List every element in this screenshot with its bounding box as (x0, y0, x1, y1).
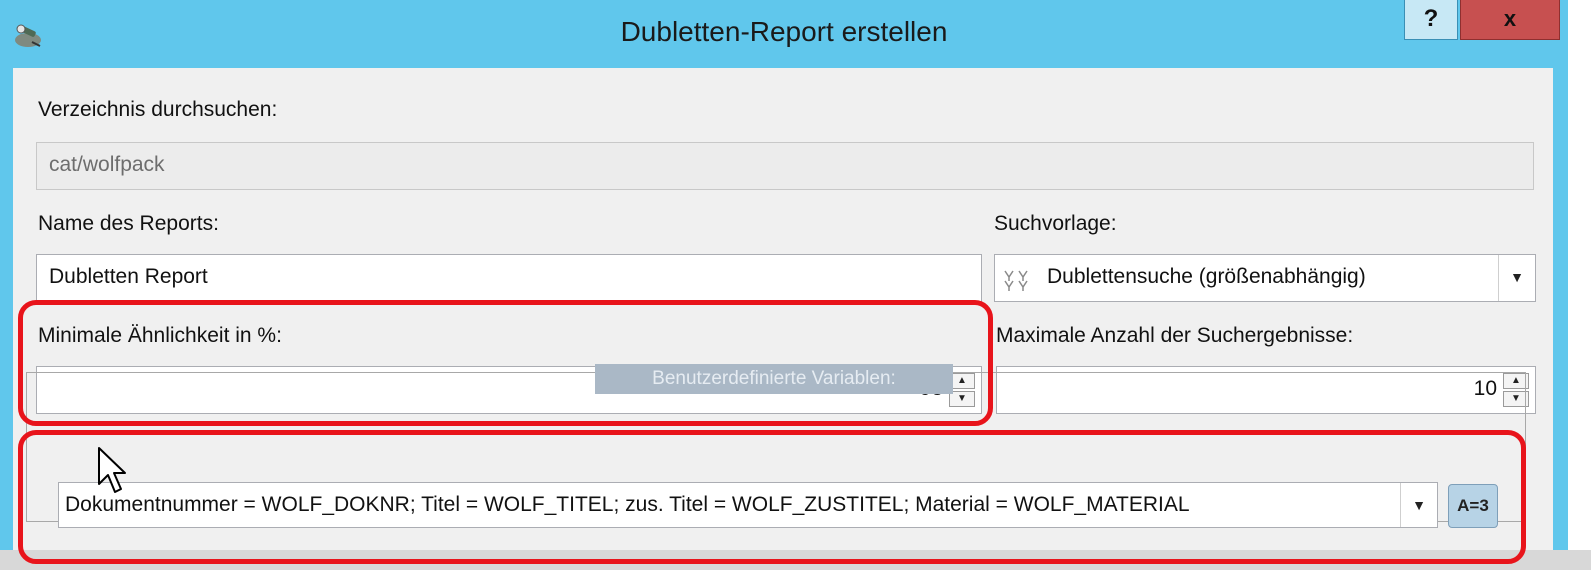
mouse-pointer-icon (98, 447, 126, 493)
search-template-select[interactable]: Dublettensuche (größenabhängig) ▼ (994, 254, 1536, 302)
search-template-label: Suchvorlage: (994, 212, 1117, 235)
title-bar[interactable]: Dubletten-Report erstellen ? x (0, 0, 1568, 66)
custom-variables-legend: Benutzerdefinierte Variablen: (595, 364, 953, 394)
window-title: Dubletten-Report erstellen (620, 16, 948, 47)
close-button[interactable]: x (1460, 0, 1560, 40)
report-name-label: Name des Reports: (38, 212, 219, 235)
template-icon (1004, 270, 1028, 291)
custom-variables-select[interactable]: Dokumentnummer = WOLF_DOKNR; Titel = WOL… (58, 482, 1438, 528)
directory-label: Verzeichnis durchsuchen: (38, 98, 278, 121)
a3-button[interactable]: A=3 (1448, 484, 1498, 528)
min-similarity-label: Minimale Ähnlichkeit in %: (38, 324, 282, 347)
chevron-down-icon[interactable]: ▼ (1400, 483, 1437, 527)
directory-value: cat/wolfpack (49, 153, 165, 176)
bottom-edge (0, 550, 1591, 570)
help-button[interactable]: ? (1404, 0, 1458, 40)
report-name-value: Dubletten Report (49, 265, 208, 288)
max-results-label: Maximale Anzahl der Suchergebnisse: (996, 324, 1354, 347)
directory-field: cat/wolfpack (36, 142, 1534, 190)
search-template-value: Dublettensuche (größenabhängig) (1047, 265, 1366, 288)
chevron-down-icon[interactable]: ▼ (1498, 255, 1535, 301)
report-name-input[interactable]: Dubletten Report (36, 254, 982, 302)
custom-variables-value: Dokumentnummer = WOLF_DOKNR; Titel = WOL… (65, 493, 1190, 516)
